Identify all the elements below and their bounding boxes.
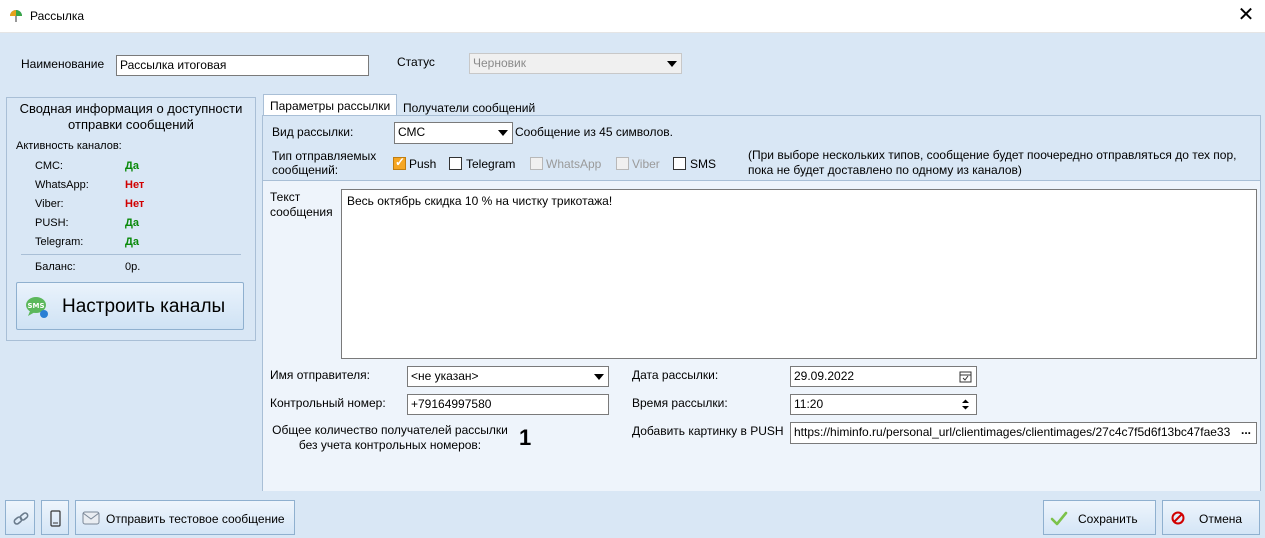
chevron-down-icon xyxy=(667,60,677,67)
calendar-icon[interactable] xyxy=(959,370,972,383)
channel-name-push: PUSH: xyxy=(35,217,69,229)
summary-title: Сводная информация о доступности отправк… xyxy=(19,101,243,132)
multi-type-note: (При выборе нескольких типов, сообщение … xyxy=(748,148,1237,177)
recipients-label: Общее количество получателей рассылки бе… xyxy=(272,423,508,452)
sms-label: SMS xyxy=(690,157,717,171)
activity-label: Активность каналов: xyxy=(16,140,122,152)
name-label: Наименование xyxy=(21,57,105,71)
dialog-window: Рассылка ✕ Наименование Рассылка итогова… xyxy=(0,0,1265,538)
channel-name-sms: СМС: xyxy=(35,160,63,172)
balance-label: Баланс: xyxy=(35,261,76,273)
link-chain-icon xyxy=(13,512,29,525)
whatsapp-checkbox xyxy=(530,157,543,170)
whatsapp-label: WhatsApp xyxy=(546,157,602,171)
channel-state-viber: Нет xyxy=(125,198,145,210)
name-input[interactable]: Рассылка итоговая xyxy=(116,55,369,76)
type-info: Сообщение из 45 символов. xyxy=(515,125,673,139)
window-title: Рассылка xyxy=(30,9,85,23)
msg-types-label: Тип отправляемых сообщений: xyxy=(272,149,377,177)
status-label: Статус xyxy=(397,55,435,69)
channel-state-telegram: Да xyxy=(125,236,139,248)
cancel-label: Отмена xyxy=(1199,512,1243,526)
date-input[interactable]: 29.09.2022 xyxy=(790,366,977,387)
chevron-down-icon xyxy=(594,373,604,380)
image-label: Добавить картинку в PUSH xyxy=(632,424,784,438)
browse-button[interactable]: ... xyxy=(1237,424,1255,442)
save-label: Сохранить xyxy=(1078,512,1138,526)
title-bar: Рассылка ✕ xyxy=(0,0,1265,33)
channel-state-push: Да xyxy=(125,217,139,229)
sms-checkbox[interactable] xyxy=(673,157,686,170)
sender-value: <не указан> xyxy=(411,369,479,383)
channel-state-whatsapp: Нет xyxy=(125,179,145,191)
checkmark-icon xyxy=(1050,511,1068,526)
telegram-checkbox[interactable] xyxy=(449,157,462,170)
spinner-arrows-icon[interactable] xyxy=(961,398,970,411)
recipients-count: 1 xyxy=(519,425,532,450)
sender-select[interactable]: <не указан> xyxy=(407,366,609,387)
umbrella-icon xyxy=(10,10,22,22)
type-label: Вид рассылки: xyxy=(272,125,354,139)
channel-state-sms: Да xyxy=(125,160,139,172)
save-button[interactable]: Сохранить xyxy=(1043,500,1156,535)
configure-channels-button[interactable]: SMS Настроить каналы xyxy=(16,282,244,330)
send-test-label: Отправить тестовое сообщение xyxy=(106,512,285,526)
configure-channels-label: Настроить каналы xyxy=(62,296,226,317)
chevron-down-icon xyxy=(498,130,508,136)
control-number-input[interactable]: +79164997580 xyxy=(407,394,609,415)
phone-button[interactable] xyxy=(41,500,69,535)
channel-name-telegram: Telegram: xyxy=(35,236,84,248)
sms-bubble-text: SMS xyxy=(27,302,44,310)
mobile-phone-icon xyxy=(50,510,61,527)
push-checkbox[interactable] xyxy=(393,155,406,170)
send-test-button[interactable]: Отправить тестовое сообщение xyxy=(75,500,295,535)
type-value: СМС xyxy=(398,125,426,139)
viber-checkbox xyxy=(616,157,629,170)
message-textarea[interactable]: Весь октябрь скидка 10 % на чистку трико… xyxy=(341,189,1257,359)
date-value: 29.09.2022 xyxy=(794,369,855,383)
envelope-icon xyxy=(82,511,100,525)
no-entry-icon xyxy=(1171,511,1185,525)
date-label: Дата рассылки: xyxy=(632,368,719,382)
push-label: Push xyxy=(409,157,437,171)
status-value: Черновик xyxy=(473,56,526,70)
sender-label: Имя отправителя: xyxy=(270,368,371,382)
telegram-label: Telegram xyxy=(466,157,516,171)
link-button[interactable] xyxy=(5,500,35,535)
channel-name-viber: Viber: xyxy=(35,198,64,210)
time-label: Время рассылки: xyxy=(632,396,728,410)
sms-bubble-icon: SMS xyxy=(26,297,48,318)
channel-name-whatsapp: WhatsApp: xyxy=(35,179,89,191)
type-select[interactable]: СМС xyxy=(394,122,513,144)
cancel-button[interactable]: Отмена xyxy=(1162,500,1260,535)
image-url-input[interactable]: https://himinfo.ru/personal_url/clientim… xyxy=(790,422,1257,444)
divider xyxy=(21,254,241,255)
control-label: Контрольный номер: xyxy=(270,396,386,410)
tab-params[interactable]: Параметры рассылки xyxy=(263,94,397,116)
status-select: Черновик xyxy=(469,53,682,74)
time-input[interactable]: 11:20 xyxy=(790,394,977,415)
text-label: Текст сообщения xyxy=(270,190,333,219)
viber-label: Viber xyxy=(632,157,660,171)
balance-value: 0р. xyxy=(125,261,141,273)
close-icon[interactable]: ✕ xyxy=(1233,3,1259,29)
time-value: 11:20 xyxy=(794,397,824,411)
